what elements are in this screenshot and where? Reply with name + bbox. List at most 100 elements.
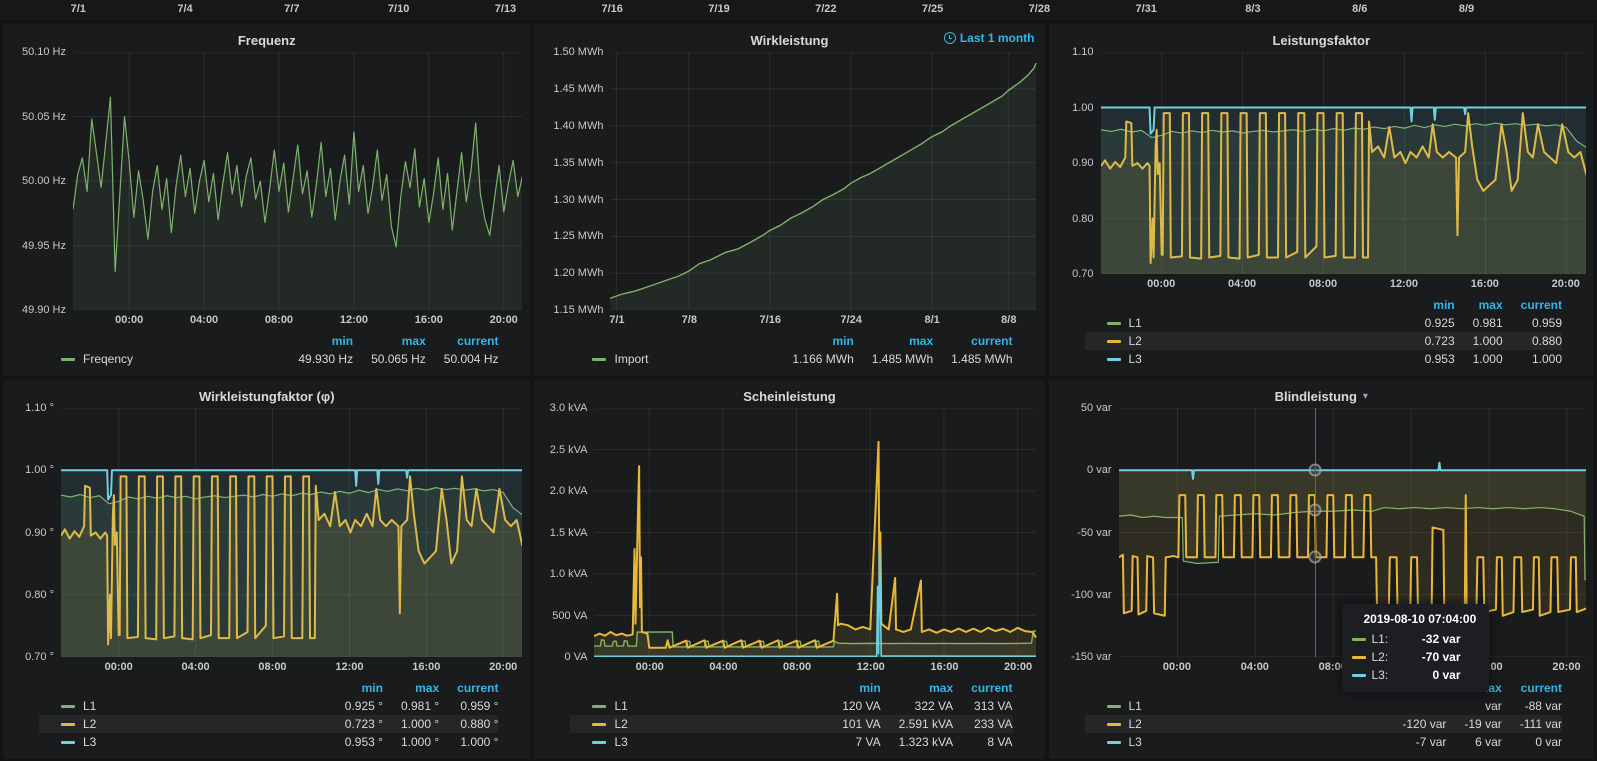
y-axis: 0.700.800.901.001.10 [1057,52,1101,274]
series-name: L2 [614,717,627,731]
legend-series-label[interactable]: L1 [1107,699,1385,713]
chart-svg [73,52,522,310]
timeline-date-label: 7/25 [922,3,943,15]
legend-header-row: minmaxcurrent [1085,296,1563,314]
legend-label-header [1085,679,1385,697]
series-color-swatch-icon [1352,638,1366,641]
tooltip-series-row: L2:-70 var [1352,650,1479,664]
legend: minmaxcurrentL10.925 °0.981 °0.959 °L20.… [39,679,498,751]
legend-series-label[interactable]: L2 [1107,334,1407,348]
y-axis-tick-label: 1.20 MWh [553,267,603,279]
legend-series-label[interactable]: Freqency [61,352,280,366]
y-axis-tick-label: 2.0 kVA [550,485,588,497]
legend-series-label[interactable]: Import [592,352,774,366]
legend-col-header: current [1503,296,1562,314]
legend-series-label[interactable]: L1 [592,699,824,713]
legend-current-value: 1.000 [1503,350,1562,368]
chart-plot[interactable] [610,52,1036,310]
series-name: L1 [1129,316,1142,330]
panel-title[interactable]: Wirkleistungfaktor (φ) [199,389,335,404]
chart-plot[interactable] [73,52,522,310]
y-axis-tick-label: -100 var [1071,589,1111,601]
timeline-date-label: 7/4 [177,3,192,15]
series-color-swatch-icon [61,705,75,708]
legend-min-value: 120 VA [824,697,880,715]
chart-plot[interactable] [594,408,1036,657]
legend-series-label[interactable]: L3 [1107,735,1385,749]
legend-col-header: min [1407,296,1455,314]
legend-min-value: 0.925 [1407,314,1455,332]
x-axis-tick-label: 04:00 [1228,278,1256,290]
panel-header: Leistungsfaktor [1057,28,1587,52]
legend-current-value: 0.959 [1503,314,1562,332]
timeline-date-label: 7/22 [815,3,836,15]
legend-row: L2-120 var-19 var-111 var [1085,715,1563,733]
x-axis-tick-label: 00:00 [1163,661,1191,673]
series-color-swatch-icon [61,358,75,361]
x-axis-tick-label: 20:00 [1552,661,1580,673]
panel-header: Scheinleistung [542,384,1036,408]
timeline-date-label: 7/10 [388,3,409,15]
timeline-date-label: 7/28 [1029,3,1050,15]
legend-series-label[interactable]: L2 [61,717,327,731]
legend-row: L37 VA1.323 kVA8 VA [570,733,1012,751]
legend-label-header [39,332,280,350]
legend: minmaxcurrentL1120 VA322 VA313 VAL2101 V… [570,679,1012,751]
x-axis-tick-label: 04:00 [709,661,737,673]
caret-down-icon[interactable]: ▾ [1363,391,1368,402]
time-range-indicator[interactable]: Last 1 month [944,31,1035,45]
legend-series-label[interactable]: L3 [592,735,824,749]
x-axis: 00:0004:0008:0012:0016:0020:00 [594,657,1036,677]
panel-title[interactable]: Frequenz [238,33,296,48]
tooltip-series-value: -32 var [1422,632,1479,646]
y-axis-tick-label: 50.00 Hz [22,175,66,187]
chart-plot[interactable] [1101,52,1587,274]
y-axis-tick-label: 1.25 MWh [553,230,603,242]
legend-series-label[interactable]: L3 [1107,352,1407,366]
dashboard-grid: Frequenz 49.90 Hz49.95 Hz50.00 Hz50.05 H… [0,22,1597,760]
x-axis-tick-label: 12:00 [1390,278,1418,290]
panel-title[interactable]: Wirkleistung [751,33,829,48]
y-axis-tick-label: 49.95 Hz [22,240,66,252]
legend-series-label[interactable]: L3 [61,735,327,749]
legend-series-label[interactable]: L2 [592,717,824,731]
legend-min-value: 101 VA [824,715,880,733]
y-axis-tick-label: 1.45 MWh [553,83,603,95]
y-axis: -150 var-100 var-50 var0 var50 var [1057,408,1119,657]
y-axis: 0.70 °0.80 °0.90 °1.00 °1.10 ° [11,408,61,657]
timeline-date-label: 8/3 [1245,3,1260,15]
legend-col-header: min [280,332,353,350]
chart-plot[interactable] [61,408,522,657]
y-axis-tick-label: 1.0 kVA [550,568,588,580]
x-axis-tick-label: 00:00 [115,314,143,326]
legend-row: L1var-88 var [1085,697,1563,715]
legend-series-label[interactable]: L2 [1107,717,1385,731]
x-axis-tick-label: 16:00 [412,661,440,673]
y-axis-tick-label: 0.90 ° [25,527,54,539]
panel-title[interactable]: Leistungsfaktor [1272,33,1370,48]
y-axis-tick-label: 50.05 Hz [22,111,66,123]
legend-row: Freqency49.930 Hz50.065 Hz50.004 Hz [39,350,498,368]
legend-max-value: 0.981 [1455,314,1503,332]
y-axis-tick-label: 50 var [1081,402,1112,414]
panel-title[interactable]: Scheinleistung [743,389,835,404]
chart-svg [594,408,1036,657]
legend-min-value [1384,697,1446,715]
legend-min-value: -7 var [1384,733,1446,751]
legend-series-label[interactable]: L1 [1107,316,1407,330]
clock-icon [944,32,956,44]
chart-svg [1101,52,1587,274]
legend-max-value: 50.065 Hz [353,350,426,368]
y-axis-tick-label: 2.5 kVA [550,444,588,456]
x-axis-tick-label: 04:00 [190,314,218,326]
tooltip-series-label: L3: [1372,668,1389,682]
y-axis-tick-label: 1.5 kVA [550,527,588,539]
legend-current-value: 0 var [1502,733,1562,751]
legend-series-label[interactable]: L1 [61,699,327,713]
crosshair-line [1315,408,1316,657]
series-name: L2 [1129,717,1142,731]
series-name: L3 [83,735,96,749]
crosshair-marker [1308,504,1321,517]
x-axis: 00:0004:0008:0012:0016:0020:00 [61,657,522,677]
panel-title[interactable]: Blindleistung [1275,389,1357,404]
